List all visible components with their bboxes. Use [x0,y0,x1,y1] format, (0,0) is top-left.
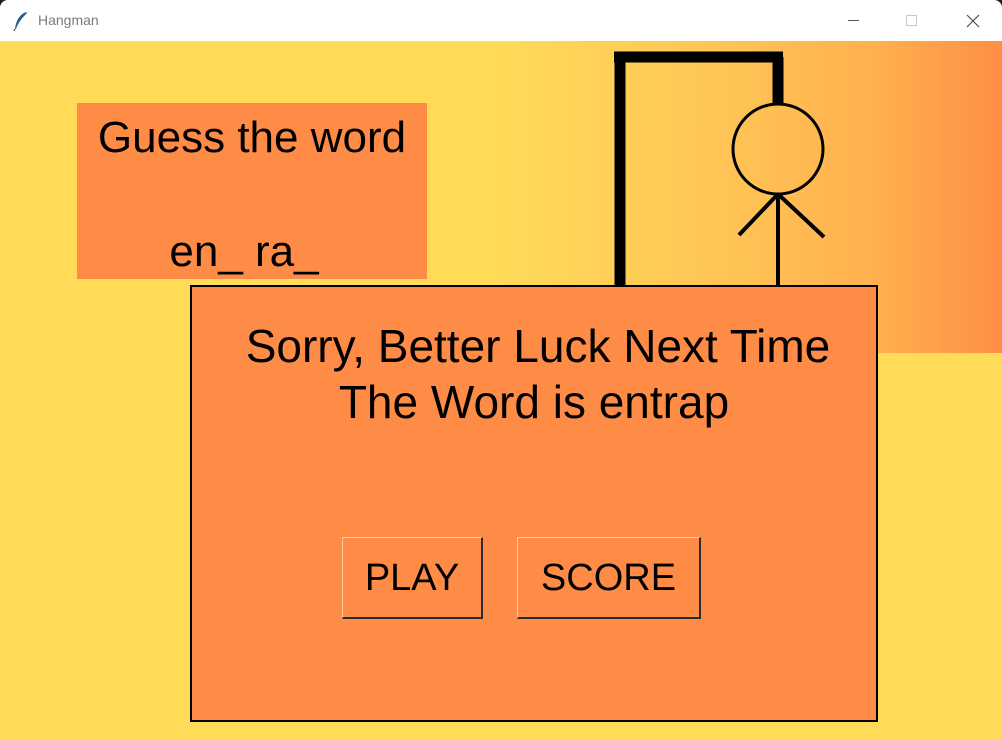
word-panel-title: Guess the word [97,113,407,162]
minimize-icon [848,20,859,21]
answer-reveal: The Word is entrap [338,376,730,428]
maximize-icon [906,15,917,26]
stick-figure-icon [731,102,826,291]
score-button[interactable]: SCORE [517,537,701,619]
hangman-window: Hangman Guess the word en_ ra_ Sorry, Be… [0,0,1002,740]
title-bar: Hangman [0,0,1002,42]
close-icon [966,14,980,28]
close-button[interactable] [944,0,1002,41]
feather-icon [13,12,27,31]
play-button[interactable]: PLAY [342,537,483,619]
game-over-dialog: Sorry, Better Luck Next Time The Word is… [190,285,878,722]
window-title: Hangman [38,12,99,28]
gallows-icon [614,51,784,291]
masked-word: en_ ra_ [169,227,319,276]
minimize-button[interactable] [826,0,884,41]
game-over-message: Sorry, Better Luck Next Time [245,320,831,372]
game-canvas: Guess the word en_ ra_ Sorry, Better Luc… [0,41,1002,740]
word-panel: Guess the word en_ ra_ [77,103,427,279]
maximize-button[interactable] [884,0,942,41]
